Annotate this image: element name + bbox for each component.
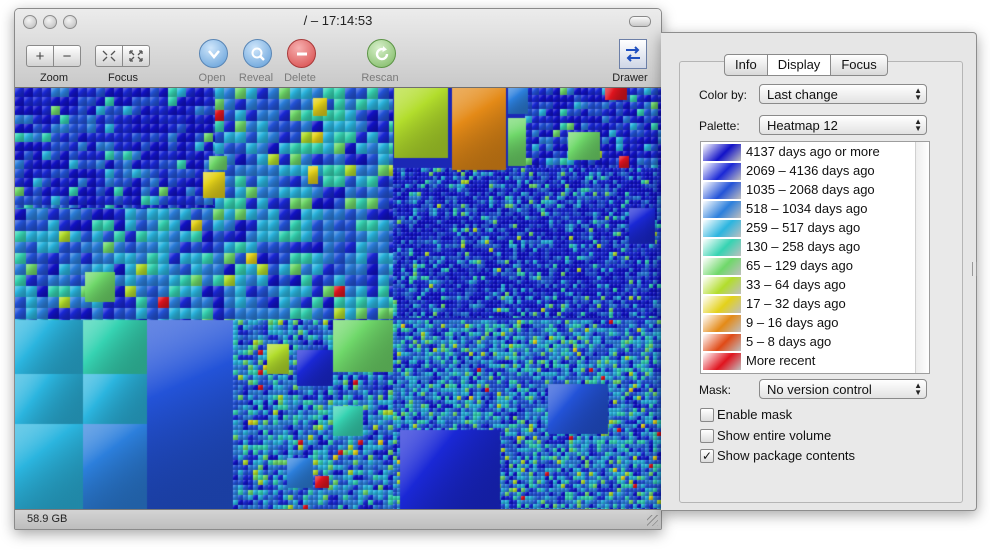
legend-swatch [703, 201, 741, 218]
show-package-contents-label: Show package contents [717, 448, 856, 463]
toolbar-toggle-button[interactable] [629, 16, 651, 27]
focus-in-button[interactable] [96, 46, 123, 66]
rescan-label: Rescan [361, 72, 399, 84]
mask-value: No version control [767, 382, 872, 397]
drawer-resize-handle[interactable] [972, 262, 977, 276]
legend-swatch [703, 277, 741, 294]
zoom-in-button[interactable]: + [27, 46, 54, 66]
show-entire-volume-label: Show entire volume [717, 428, 832, 443]
delete-label: Delete [284, 72, 316, 84]
show-entire-volume-checkbox[interactable] [700, 429, 714, 443]
drawer-toggle-button[interactable] [619, 39, 647, 69]
legend-label: 2069 – 4136 days ago [746, 163, 875, 178]
legend-swatch [703, 239, 741, 256]
legend-row[interactable]: 259 – 517 days ago [701, 219, 929, 238]
mask-label: Mask: [699, 383, 732, 397]
drawer-tabs: Info Display Focus [724, 54, 888, 76]
main-window: / – 17:14:53 + − Zoom Focus Open Reveal … [14, 8, 662, 530]
focus-out-icon [129, 50, 143, 62]
enable-mask-label: Enable mask [717, 407, 793, 422]
legend-row[interactable]: 2069 – 4136 days ago [701, 162, 929, 181]
legend-row[interactable]: 4137 days ago or more [701, 143, 929, 162]
focus-label: Focus [108, 72, 138, 84]
legend-label: 17 – 32 days ago [746, 296, 846, 311]
focus-out-button[interactable] [123, 46, 149, 66]
palette-select[interactable]: Heatmap 12 ▲ ▼ [759, 115, 927, 135]
mask-select[interactable]: No version control ▲ ▼ [759, 379, 927, 399]
legend-row[interactable]: 65 – 129 days ago [701, 257, 929, 276]
updown-arrows-icon: ▲ ▼ [914, 381, 922, 397]
legend-row[interactable]: 17 – 32 days ago [701, 295, 929, 314]
legend-swatch [703, 220, 741, 237]
legend-label: 130 – 258 days ago [746, 239, 861, 254]
enable-mask-checkbox[interactable] [700, 408, 714, 422]
focus-control [95, 45, 150, 67]
color-legend-list[interactable]: 4137 days ago or more 2069 – 4136 days ag… [700, 141, 930, 374]
tab-display[interactable]: Display [767, 55, 832, 75]
color-by-label: Color by: [699, 88, 748, 102]
zoom-label: Zoom [39, 72, 69, 84]
legend-row[interactable]: 518 – 1034 days ago [701, 200, 929, 219]
palette-label: Palette: [699, 119, 740, 133]
legend-swatch [703, 334, 741, 351]
tab-focus[interactable]: Focus [831, 55, 886, 75]
legend-row[interactable]: More recent [701, 352, 929, 371]
status-bar: 58.9 GB [15, 509, 661, 529]
volume-size-text: 58.9 GB [27, 513, 68, 525]
open-button[interactable] [199, 39, 228, 68]
drawer-icon [626, 46, 640, 62]
legend-label: 9 – 16 days ago [746, 315, 839, 330]
legend-row[interactable]: 1035 – 2068 days ago [701, 181, 929, 200]
legend-label: 518 – 1034 days ago [746, 201, 868, 216]
legend-swatch [703, 353, 741, 370]
legend-row[interactable]: 9 – 16 days ago [701, 314, 929, 333]
resize-grip[interactable] [647, 515, 658, 526]
updown-arrows-icon: ▲ ▼ [914, 86, 922, 102]
show-package-contents-checkbox[interactable]: ✓ [700, 449, 714, 463]
open-icon [207, 49, 220, 59]
legend-swatch [703, 182, 741, 199]
toolbar: / – 17:14:53 + − Zoom Focus Open Reveal … [15, 9, 661, 88]
focus-in-icon [102, 50, 116, 62]
legend-label: 5 – 8 days ago [746, 334, 832, 349]
minus-icon [296, 52, 307, 55]
legend-swatch [703, 296, 741, 313]
color-by-value: Last change [767, 87, 838, 102]
reveal-button[interactable] [243, 39, 272, 68]
legend-label: More recent [746, 353, 816, 368]
legend-swatch [703, 144, 741, 161]
updown-arrows-icon: ▲ ▼ [914, 117, 922, 133]
zoom-out-button[interactable]: − [54, 46, 80, 66]
legend-swatch [703, 315, 741, 332]
legend-label: 1035 – 2068 days ago [746, 182, 875, 197]
legend-row[interactable]: 130 – 258 days ago [701, 238, 929, 257]
drawer-label: Drawer [612, 72, 648, 84]
refresh-icon [375, 45, 388, 60]
color-by-select[interactable]: Last change ▲ ▼ [759, 84, 927, 104]
disk-usage-treemap[interactable] [15, 88, 661, 509]
palette-value: Heatmap 12 [767, 118, 838, 133]
rescan-button[interactable] [367, 39, 396, 68]
window-title: / – 17:14:53 [303, 13, 373, 28]
magnifier-icon [251, 47, 265, 61]
legend-swatch [703, 258, 741, 275]
legend-swatch [703, 163, 741, 180]
delete-button[interactable] [287, 39, 316, 68]
tab-info[interactable]: Info [725, 55, 768, 75]
legend-row[interactable]: 33 – 64 days ago [701, 276, 929, 295]
legend-row[interactable]: 5 – 8 days ago [701, 333, 929, 352]
legend-label: 259 – 517 days ago [746, 220, 861, 235]
legend-label: 65 – 129 days ago [746, 258, 853, 273]
legend-label: 4137 days ago or more [746, 144, 880, 159]
zoom-control: + − [26, 45, 81, 67]
legend-label: 33 – 64 days ago [746, 277, 846, 292]
